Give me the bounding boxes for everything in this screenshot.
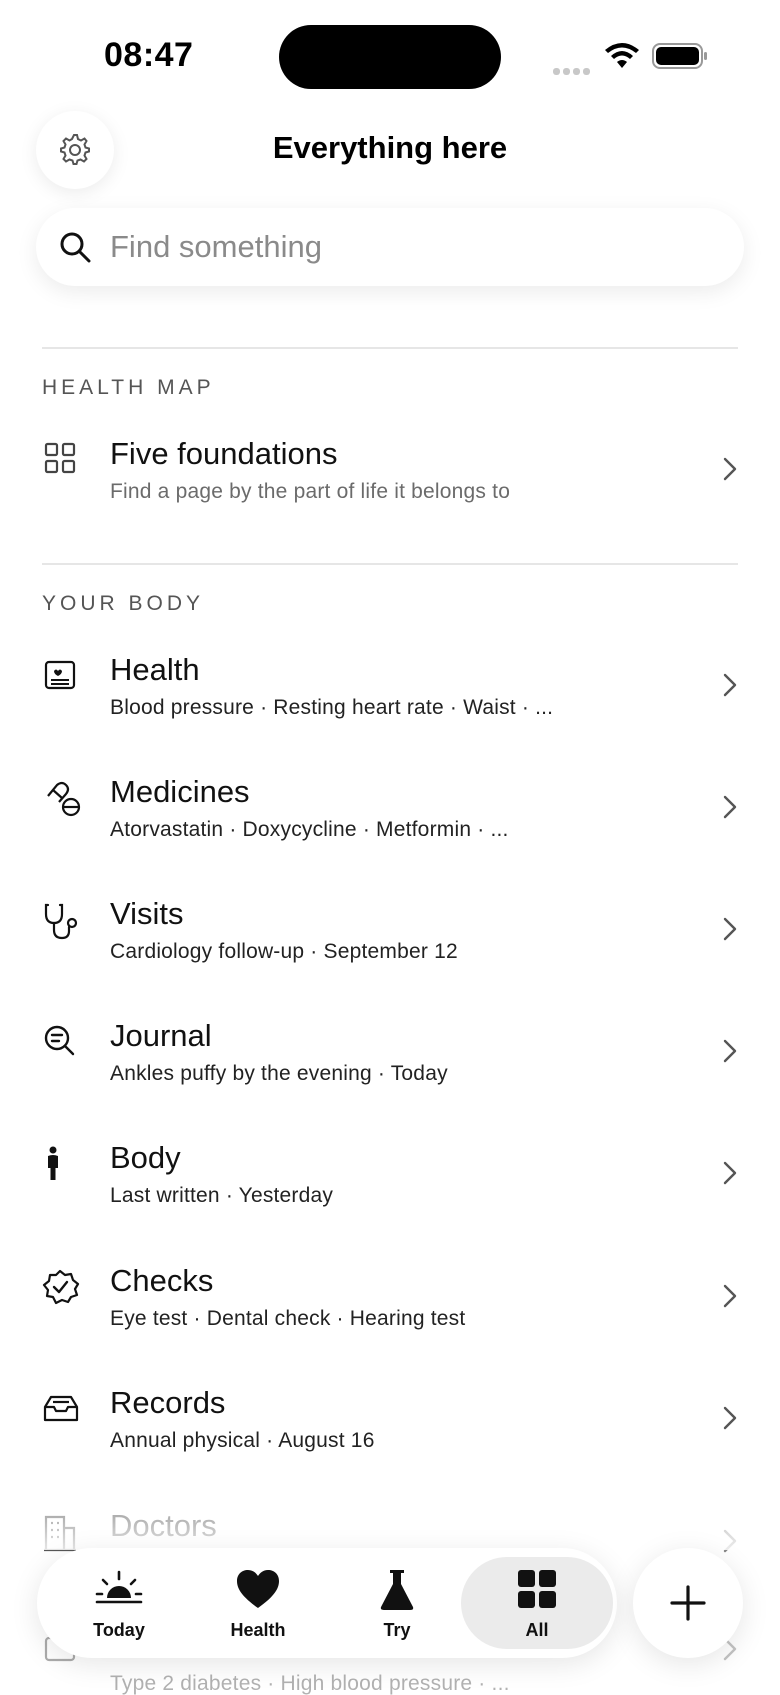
list-item-subtitle: Atorvastatin · Doxycycline · Metformin ·… (110, 818, 509, 841)
stethoscope-icon (44, 903, 78, 940)
cellular-signal-icon (553, 62, 593, 75)
list-item-records[interactable]: Records Annual physical · August 16 (0, 1385, 780, 1491)
search-bar[interactable] (36, 208, 744, 286)
list-item-title: Doctors (110, 1508, 217, 1543)
tab-bar: Today Health Try All (37, 1548, 617, 1658)
sunrise-icon (95, 1570, 143, 1604)
tab-label: Try (383, 1620, 411, 1640)
list-item-subtitle: Eye test · Dental check · Hearing test (110, 1307, 466, 1330)
tab-health[interactable]: Health (188, 1548, 328, 1658)
search-icon (60, 232, 91, 263)
search-input[interactable] (110, 229, 670, 265)
battery-icon (652, 43, 707, 69)
list-item-subtitle: Cardiology follow-up · September 12 (110, 940, 458, 963)
list-item-title: Journal (110, 1018, 212, 1053)
list-item-title: Records (110, 1385, 226, 1420)
chevron-right-icon (723, 673, 737, 697)
list-item-body[interactable]: Body Last written · Yesterday (0, 1140, 780, 1246)
person-icon (48, 1146, 58, 1180)
list-item-title: Body (110, 1140, 181, 1175)
list-item-title: Five foundations (110, 436, 338, 471)
badge-check-icon (42, 1269, 80, 1305)
tab-label: All (525, 1620, 549, 1640)
list-item-subtitle: Annual physical · August 16 (110, 1429, 375, 1452)
search-text-icon (44, 1025, 75, 1056)
tab-all[interactable]: All (461, 1557, 613, 1649)
chevron-right-icon (723, 1161, 737, 1185)
chevron-right-icon (723, 795, 737, 819)
list-item-subtitle: Last written · Yesterday (110, 1184, 334, 1207)
tab-label: Health (230, 1620, 286, 1640)
status-time: 08:47 (104, 36, 194, 74)
section-label-your-body: YOUR BODY (42, 592, 205, 615)
section-divider (42, 563, 738, 565)
list-item-five-foundations[interactable]: Five foundations Find a page by the part… (0, 436, 780, 542)
list-item-title: Health (110, 652, 200, 687)
page-title: Everything here (272, 130, 508, 165)
list-item-subtitle: Ankles puffy by the evening · Today (110, 1062, 448, 1085)
heart-icon (237, 1570, 279, 1608)
chevron-right-icon (723, 917, 737, 941)
status-bar: 08:47 (0, 0, 780, 110)
add-button[interactable] (633, 1548, 743, 1658)
chevron-right-icon (723, 1529, 737, 1553)
inbox-tray-icon (43, 1395, 79, 1422)
chevron-right-icon (723, 457, 737, 481)
grid-icon (44, 442, 76, 474)
grid-filled-icon (518, 1570, 556, 1608)
tab-label: Today (93, 1620, 145, 1640)
list-item-checks[interactable]: Checks Eye test · Dental check · Hearing… (0, 1263, 780, 1369)
section-label-health-map: HEALTH MAP (42, 376, 215, 399)
list-item-subtitle: Find a page by the part of life it belon… (110, 480, 511, 503)
list-item-medicines[interactable]: Medicines Atorvastatin · Doxycycline · M… (0, 774, 780, 880)
chevron-right-icon (723, 1039, 737, 1063)
tab-today[interactable]: Today (49, 1548, 189, 1658)
list-item-subtitle: Blood pressure · Resting heart rate · Wa… (110, 696, 554, 719)
chevron-right-icon (723, 1406, 737, 1430)
flask-icon (380, 1570, 414, 1610)
dynamic-island (279, 25, 501, 89)
section-divider (42, 347, 738, 349)
plus-icon (670, 1585, 706, 1621)
list-item-title: Checks (110, 1263, 214, 1298)
wifi-icon (605, 43, 639, 68)
id-card-heart-icon (44, 660, 76, 690)
list-item-journal[interactable]: Journal Ankles puffy by the evening · To… (0, 1018, 780, 1124)
pill-icon (47, 781, 81, 817)
list-item-title: Medicines (110, 774, 250, 809)
list-item-health[interactable]: Health Blood pressure · Resting heart ra… (0, 652, 780, 758)
tab-try[interactable]: Try (327, 1548, 467, 1658)
list-item-subtitle: Type 2 diabetes · High blood pressure · … (110, 1672, 510, 1695)
list-item-visits[interactable]: Visits Cardiology follow-up · September … (0, 896, 780, 1002)
list-item-title: Visits (110, 896, 184, 931)
chevron-right-icon (723, 1284, 737, 1308)
